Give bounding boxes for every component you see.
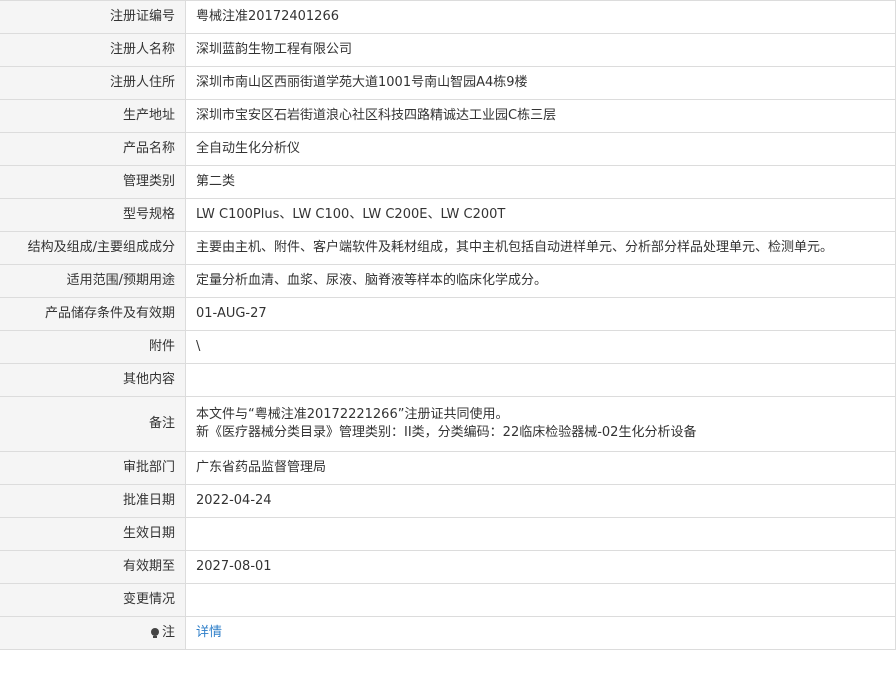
field-value: \ — [185, 330, 896, 364]
table-row: 其他内容 — [0, 363, 896, 397]
remarks-value: 本文件与“粤械注准20172221266”注册证共同使用。 新《医疗器械分类目录… — [185, 396, 896, 452]
field-value: 第二类 — [185, 165, 896, 199]
table-row-remarks: 备注 本文件与“粤械注准20172221266”注册证共同使用。 新《医疗器械分… — [0, 396, 896, 452]
table-row: 生效日期 — [0, 517, 896, 551]
field-value: 深圳蓝韵生物工程有限公司 — [185, 33, 896, 67]
field-label: 变更情况 — [0, 583, 186, 617]
table-row: 附件 \ — [0, 330, 896, 364]
field-value: 2022-04-24 — [185, 484, 896, 518]
details-link[interactable]: 详情 — [196, 625, 222, 640]
table-row-note: 注 详情 — [0, 616, 896, 650]
table-row: 型号规格 LW C100Plus、LW C100、LW C200E、LW C20… — [0, 198, 896, 232]
field-label: 附件 — [0, 330, 186, 364]
field-label: 型号规格 — [0, 198, 186, 232]
field-label: 注册人名称 — [0, 33, 186, 67]
field-label: 有效期至 — [0, 550, 186, 584]
field-value: 深圳市宝安区石岩街道浪心社区科技四路精诚达工业园C栋三层 — [185, 99, 896, 133]
field-label: 批准日期 — [0, 484, 186, 518]
field-value — [185, 583, 896, 617]
table-row: 批准日期 2022-04-24 — [0, 484, 896, 518]
field-label: 生产地址 — [0, 99, 186, 133]
field-label: 产品储存条件及有效期 — [0, 297, 186, 331]
lightbulb-icon — [150, 628, 159, 638]
table-row: 适用范围/预期用途 定量分析血清、血浆、尿液、脑脊液等样本的临床化学成分。 — [0, 264, 896, 298]
note-value: 详情 — [185, 616, 896, 650]
field-value: 粤械注准20172401266 — [185, 0, 896, 34]
remarks-line: 本文件与“粤械注准20172221266”注册证共同使用。 — [196, 407, 509, 422]
table-row: 审批部门 广东省药品监督管理局 — [0, 451, 896, 485]
field-value: 01-AUG-27 — [185, 297, 896, 331]
field-label: 注册证编号 — [0, 0, 186, 34]
field-label: 注册人住所 — [0, 66, 186, 100]
table-row: 注册人住所 深圳市南山区西丽街道学苑大道1001号南山智园A4栋9楼 — [0, 66, 896, 100]
table-row: 管理类别 第二类 — [0, 165, 896, 199]
field-label: 适用范围/预期用途 — [0, 264, 186, 298]
table-row: 产品储存条件及有效期 01-AUG-27 — [0, 297, 896, 331]
table-row: 注册证编号 粤械注准20172401266 — [0, 0, 896, 34]
table-row: 结构及组成/主要组成成分 主要由主机、附件、客户端软件及耗材组成，其中主机包括自… — [0, 231, 896, 265]
field-value — [185, 517, 896, 551]
note-label: 注 — [0, 616, 186, 650]
field-value: 全自动生化分析仪 — [185, 132, 896, 166]
field-label: 结构及组成/主要组成成分 — [0, 231, 186, 265]
field-value: LW C100Plus、LW C100、LW C200E、LW C200T — [185, 198, 896, 232]
remarks-line: 新《医疗器械分类目录》管理类别：II类，分类编码：22临床检验器械-02生化分析… — [196, 425, 697, 440]
table-row: 注册人名称 深圳蓝韵生物工程有限公司 — [0, 33, 896, 67]
field-value: 2027-08-01 — [185, 550, 896, 584]
table-row: 生产地址 深圳市宝安区石岩街道浪心社区科技四路精诚达工业园C栋三层 — [0, 99, 896, 133]
field-label: 生效日期 — [0, 517, 186, 551]
field-label: 其他内容 — [0, 363, 186, 397]
table-row: 变更情况 — [0, 583, 896, 617]
field-label: 产品名称 — [0, 132, 186, 166]
field-label: 备注 — [0, 396, 186, 452]
field-value: 定量分析血清、血浆、尿液、脑脊液等样本的临床化学成分。 — [185, 264, 896, 298]
field-value: 深圳市南山区西丽街道学苑大道1001号南山智园A4栋9楼 — [185, 66, 896, 100]
table-row: 产品名称 全自动生化分析仪 — [0, 132, 896, 166]
registration-info-table: 注册证编号 粤械注准20172401266 注册人名称 深圳蓝韵生物工程有限公司… — [0, 0, 896, 650]
field-value — [185, 363, 896, 397]
field-label: 管理类别 — [0, 165, 186, 199]
field-label: 审批部门 — [0, 451, 186, 485]
note-label-text: 注 — [161, 625, 175, 640]
field-value: 主要由主机、附件、客户端软件及耗材组成，其中主机包括自动进样单元、分析部分样品处… — [185, 231, 896, 265]
field-value: 广东省药品监督管理局 — [185, 451, 896, 485]
table-row: 有效期至 2027-08-01 — [0, 550, 896, 584]
